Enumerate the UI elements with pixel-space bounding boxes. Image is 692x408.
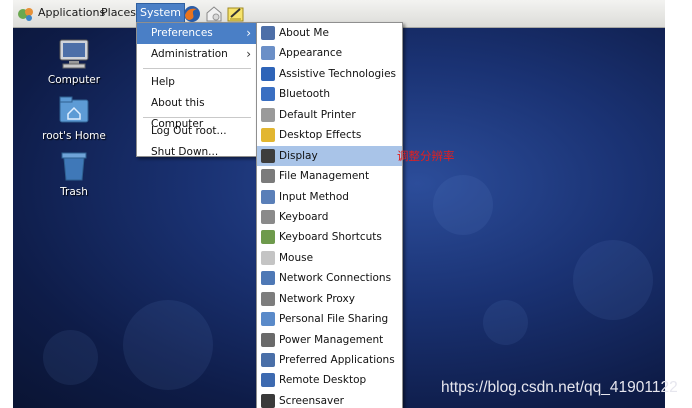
menu-item-preferences[interactable]: Preferences › xyxy=(137,23,257,44)
network-connections-icon xyxy=(261,271,275,286)
menu-item-help[interactable]: Help xyxy=(137,72,257,93)
chevron-right-icon: › xyxy=(246,47,251,61)
pref-item-file-management[interactable]: File Management xyxy=(257,166,402,186)
mouse-icon xyxy=(261,250,275,265)
trash-icon xyxy=(57,150,91,182)
preferred-applications-icon xyxy=(261,353,275,367)
pref-item-label: Bluetooth xyxy=(279,88,330,101)
chevron-right-icon: › xyxy=(246,26,251,40)
pref-item-network-connections[interactable]: Network Connections xyxy=(257,268,402,288)
pref-item-assistive-technologies[interactable]: Assistive Technologies xyxy=(257,64,402,84)
menu-separator xyxy=(143,68,251,69)
pref-item-screensaver[interactable]: Screensaver xyxy=(257,391,402,408)
pref-item-mouse[interactable]: Mouse xyxy=(257,248,402,268)
pref-item-power-management[interactable]: Power Management xyxy=(257,330,402,350)
pref-item-label: Screensaver xyxy=(279,394,344,407)
pref-item-label: About Me xyxy=(279,27,329,39)
desktop-effects-icon xyxy=(261,128,275,143)
pref-item-label: Appearance xyxy=(279,47,343,60)
preferences-submenu: About Me Appearance Assistive Technologies… xyxy=(256,22,403,408)
file-management-icon xyxy=(261,169,275,184)
bluetooth-icon xyxy=(261,87,275,102)
display-icon xyxy=(261,148,275,163)
pref-item-label: Mouse xyxy=(279,251,314,264)
pref-item-label: File Management xyxy=(279,170,370,183)
menu-item-shut-down[interactable]: Shut Down... xyxy=(137,142,257,163)
pref-item-label: Assistive Technologies xyxy=(279,67,397,80)
pref-item-about-me[interactable]: About Me xyxy=(257,23,402,43)
wallpaper-bubble xyxy=(43,330,98,385)
pref-item-keyboard[interactable]: Keyboard xyxy=(257,207,402,227)
desktop-icon-home[interactable]: root's Home xyxy=(35,94,113,142)
keyboard-icon xyxy=(261,209,275,224)
appearance-icon xyxy=(261,46,275,61)
computer-icon xyxy=(57,38,91,70)
remote-desktop-icon xyxy=(261,373,275,388)
annotation-text: 调整分辨率 xyxy=(397,149,455,163)
pref-item-network-proxy[interactable]: Network Proxy xyxy=(257,289,402,309)
pref-item-preferred-applications[interactable]: Preferred Applications xyxy=(257,350,402,370)
wallpaper-bubble xyxy=(123,300,213,390)
text-editor-icon[interactable] xyxy=(227,5,245,23)
printer-icon xyxy=(261,107,275,122)
applications-icon[interactable] xyxy=(17,5,35,23)
mail-client-icon[interactable] xyxy=(205,5,223,23)
pref-item-label: Display xyxy=(279,149,318,162)
pref-item-bluetooth[interactable]: Bluetooth xyxy=(257,84,402,104)
desktop-icon-trash[interactable]: Trash xyxy=(35,150,113,198)
pref-item-personal-file-sharing[interactable]: Personal File Sharing xyxy=(257,309,402,329)
pref-item-label: Default Printer xyxy=(279,108,356,121)
keyboard-shortcuts-icon xyxy=(261,230,275,245)
desktop-icon-label: Computer xyxy=(47,74,101,86)
pref-item-display[interactable]: Display xyxy=(257,145,402,167)
pref-item-label: Network Connections xyxy=(279,272,392,285)
input-method-icon xyxy=(261,189,275,204)
pref-item-label: Keyboard xyxy=(279,210,329,223)
pref-item-label: Remote Desktop xyxy=(279,374,367,387)
accessibility-icon xyxy=(261,66,275,81)
menu-item-log-out[interactable]: Log Out root... xyxy=(137,121,257,142)
network-proxy-icon xyxy=(261,291,275,306)
pref-item-label: Keyboard Shortcuts xyxy=(279,231,382,244)
pref-item-label: Power Management xyxy=(279,333,384,346)
watermark: https://blog.csdn.net/qq_41901122 xyxy=(441,379,678,396)
menu-item-administration[interactable]: Administration › xyxy=(137,44,257,65)
pref-item-keyboard-shortcuts[interactable]: Keyboard Shortcuts xyxy=(257,227,402,247)
pref-item-label: Personal File Sharing xyxy=(279,313,389,326)
file-sharing-icon xyxy=(261,312,275,327)
desktop: Applications Places System Computer root… xyxy=(13,0,665,408)
pref-item-desktop-effects[interactable]: Desktop Effects xyxy=(257,125,402,145)
pref-item-label: Network Proxy xyxy=(279,292,355,305)
wallpaper-bubble xyxy=(573,240,653,320)
menu-item-label: Administration xyxy=(151,48,228,60)
pref-item-appearance[interactable]: Appearance xyxy=(257,43,402,63)
power-management-icon xyxy=(261,332,275,347)
about-me-icon xyxy=(261,26,275,40)
places-menu[interactable]: Places xyxy=(98,3,139,23)
desktop-icon-computer[interactable]: Computer xyxy=(35,38,113,86)
wallpaper-bubble xyxy=(433,175,493,235)
system-dropdown: Preferences › Administration › Help Abou… xyxy=(136,22,258,158)
wallpaper-bubble xyxy=(483,300,528,345)
pref-item-input-method[interactable]: Input Method xyxy=(257,187,402,207)
pref-item-label: Desktop Effects xyxy=(279,129,362,142)
home-folder-icon xyxy=(57,94,91,126)
menu-item-about-computer[interactable]: About this Computer xyxy=(137,93,257,130)
pref-item-default-printer[interactable]: Default Printer xyxy=(257,105,402,125)
pref-item-label: Input Method xyxy=(279,190,349,203)
pref-item-label: Preferred Applications xyxy=(279,354,395,366)
desktop-icon-label: Trash xyxy=(60,186,88,198)
firefox-icon[interactable] xyxy=(183,5,201,23)
menu-item-label: Preferences xyxy=(151,27,213,39)
pref-item-remote-desktop[interactable]: Remote Desktop xyxy=(257,370,402,390)
desktop-icon-label: root's Home xyxy=(42,130,106,142)
screensaver-icon xyxy=(261,393,275,408)
